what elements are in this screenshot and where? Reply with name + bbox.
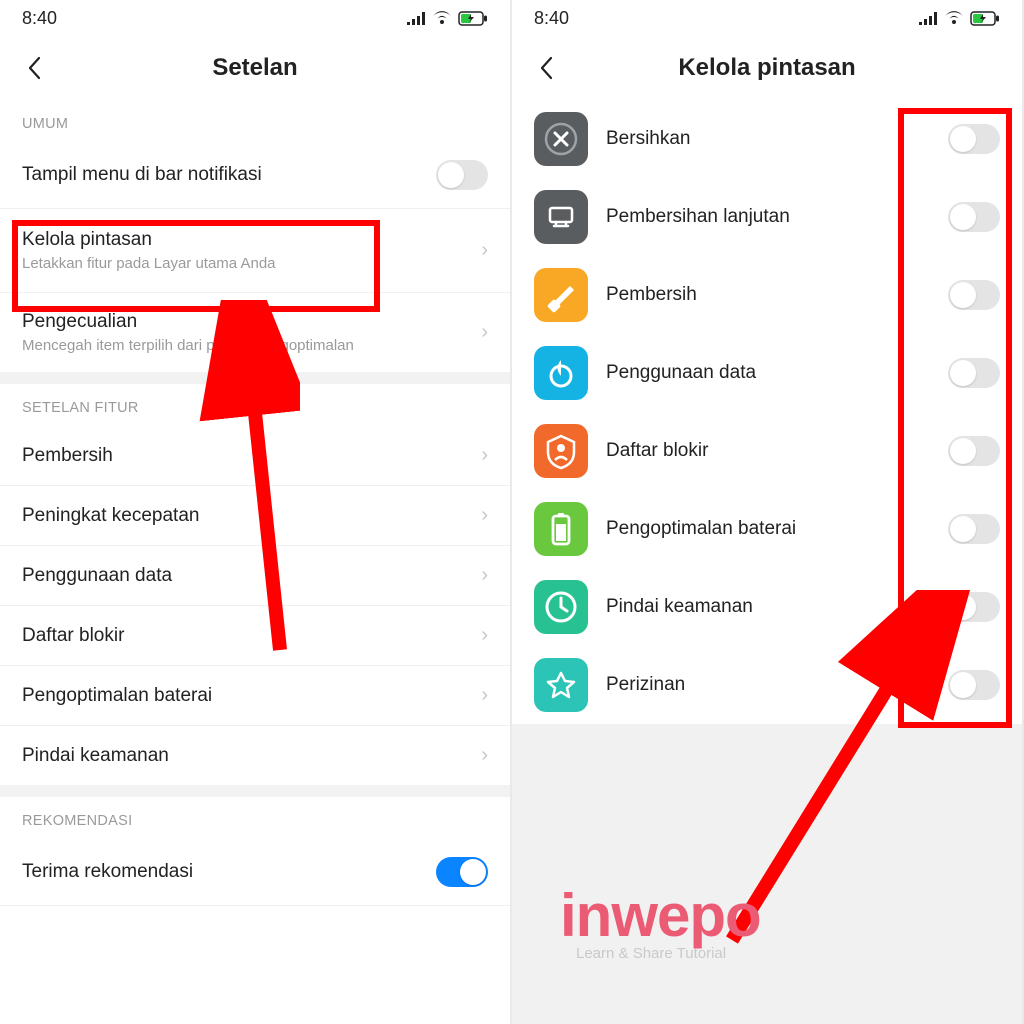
row-label: Peningkat kecepatan <box>22 505 471 527</box>
shortcut-row[interactable]: Perizinan <box>512 646 1022 724</box>
shortcut-icon <box>534 112 588 166</box>
section-rekomendasi: REKOMENDASI <box>0 797 510 839</box>
shortcut-row[interactable]: Penggunaan data <box>512 334 1022 412</box>
shortcut-toggle[interactable] <box>948 358 1000 388</box>
shortcut-row[interactable]: Pengoptimalan baterai <box>512 490 1022 568</box>
section-gap <box>0 372 510 384</box>
row-pengecualian[interactable]: Pengecualian Mencegah item terpilih dari… <box>0 293 510 372</box>
shortcut-row[interactable]: Daftar blokir <box>512 412 1022 490</box>
status-icons <box>406 11 488 26</box>
status-bar: 8:40 <box>0 0 510 36</box>
wifi-icon <box>944 11 964 26</box>
status-time: 8:40 <box>534 8 569 29</box>
shortcut-toggle[interactable] <box>948 280 1000 310</box>
row-baterai[interactable]: Pengoptimalan baterai › <box>0 666 510 726</box>
shortcut-toggle[interactable] <box>948 670 1000 700</box>
chevron-right-icon: › <box>471 444 488 467</box>
wifi-icon <box>432 11 452 26</box>
chevron-right-icon: › <box>471 504 488 527</box>
shortcut-icon <box>534 346 588 400</box>
toggle-terima[interactable] <box>436 857 488 887</box>
row-label: Penggunaan data <box>22 565 471 587</box>
section-gap <box>0 785 510 797</box>
row-label: Pengoptimalan baterai <box>22 685 471 707</box>
battery-icon <box>458 11 488 26</box>
signal-icon <box>406 11 426 25</box>
section-fitur: SETELAN FITUR <box>0 384 510 426</box>
row-pindai[interactable]: Pindai keamanan › <box>0 726 510 785</box>
shortcut-icon <box>534 268 588 322</box>
title-bar: Setelan <box>0 36 510 100</box>
row-blokir[interactable]: Daftar blokir › <box>0 606 510 666</box>
back-button[interactable] <box>526 48 566 88</box>
chevron-right-icon: › <box>471 744 488 767</box>
row-label: Daftar blokir <box>22 625 471 647</box>
shortcut-row[interactable]: Pembersihan lanjutan <box>512 178 1022 256</box>
shortcut-label: Pindai keamanan <box>606 596 930 618</box>
shortcut-row[interactable]: Bersihkan <box>512 100 1022 178</box>
page-title: Setelan <box>0 54 510 82</box>
row-notif[interactable]: Tampil menu di bar notifikasi <box>0 142 510 209</box>
chevron-right-icon: › <box>471 564 488 587</box>
status-time: 8:40 <box>22 8 57 29</box>
status-bar: 8:40 <box>512 0 1022 36</box>
settings-pane: 8:40 Setelan UMUM Tampil menu di bar not… <box>0 0 512 1024</box>
watermark-sub: Learn & Share Tutorial <box>576 945 726 962</box>
chevron-right-icon: › <box>471 684 488 707</box>
row-data[interactable]: Penggunaan data › <box>0 546 510 606</box>
row-pembersih[interactable]: Pembersih › <box>0 426 510 486</box>
section-umum: UMUM <box>0 100 510 142</box>
battery-icon <box>970 11 1000 26</box>
shortcut-icon <box>534 424 588 478</box>
page-title: Kelola pintasan <box>512 54 1022 82</box>
row-label: Pindai keamanan <box>22 745 471 767</box>
title-bar: Kelola pintasan <box>512 36 1022 100</box>
shortcut-label: Perizinan <box>606 674 930 696</box>
row-peningkat[interactable]: Peningkat kecepatan › <box>0 486 510 546</box>
row-sub: Mencegah item terpilih dari proses pengo… <box>22 337 471 354</box>
signal-icon <box>918 11 938 25</box>
chevron-left-icon <box>27 56 41 80</box>
empty-area <box>512 724 1022 1024</box>
shortcut-label: Pembersih <box>606 284 930 306</box>
row-sub: Letakkan fitur pada Layar utama Anda <box>22 255 471 272</box>
row-label: Pembersih <box>22 445 471 467</box>
chevron-left-icon <box>539 56 553 80</box>
shortcuts-pane: 8:40 Kelola pintasan Bersihkan Pembersiha… <box>512 0 1024 1024</box>
shortcut-toggle[interactable] <box>948 202 1000 232</box>
shortcut-icon <box>534 658 588 712</box>
chevron-right-icon: › <box>471 239 488 262</box>
shortcut-label: Penggunaan data <box>606 362 930 384</box>
shortcut-toggle[interactable] <box>948 436 1000 466</box>
shortcut-toggle[interactable] <box>948 592 1000 622</box>
chevron-right-icon: › <box>471 624 488 647</box>
shortcut-icon <box>534 502 588 556</box>
shortcut-label: Pengoptimalan baterai <box>606 518 930 540</box>
shortcut-toggle[interactable] <box>948 514 1000 544</box>
shortcut-row[interactable]: Pembersih <box>512 256 1022 334</box>
status-icons <box>918 11 1000 26</box>
toggle-notif[interactable] <box>436 160 488 190</box>
row-label: Terima rekomendasi <box>22 861 436 883</box>
shortcut-label: Bersihkan <box>606 128 930 150</box>
shortcut-row[interactable]: Pindai keamanan <box>512 568 1022 646</box>
back-button[interactable] <box>14 48 54 88</box>
shortcut-icon <box>534 580 588 634</box>
row-label: Pengecualian <box>22 311 471 333</box>
row-label: Kelola pintasan <box>22 229 471 251</box>
row-kelola-pintasan[interactable]: Kelola pintasan Letakkan fitur pada Laya… <box>0 209 510 293</box>
shortcut-toggle[interactable] <box>948 124 1000 154</box>
watermark-brand: inwepo <box>560 886 761 946</box>
row-terima[interactable]: Terima rekomendasi <box>0 839 510 906</box>
shortcut-icon <box>534 190 588 244</box>
shortcut-list: Bersihkan Pembersihan lanjutan Pembersih Pe… <box>512 100 1022 724</box>
shortcut-label: Daftar blokir <box>606 440 930 462</box>
row-label: Tampil menu di bar notifikasi <box>22 164 436 186</box>
shortcut-label: Pembersihan lanjutan <box>606 206 930 228</box>
chevron-right-icon: › <box>471 321 488 344</box>
